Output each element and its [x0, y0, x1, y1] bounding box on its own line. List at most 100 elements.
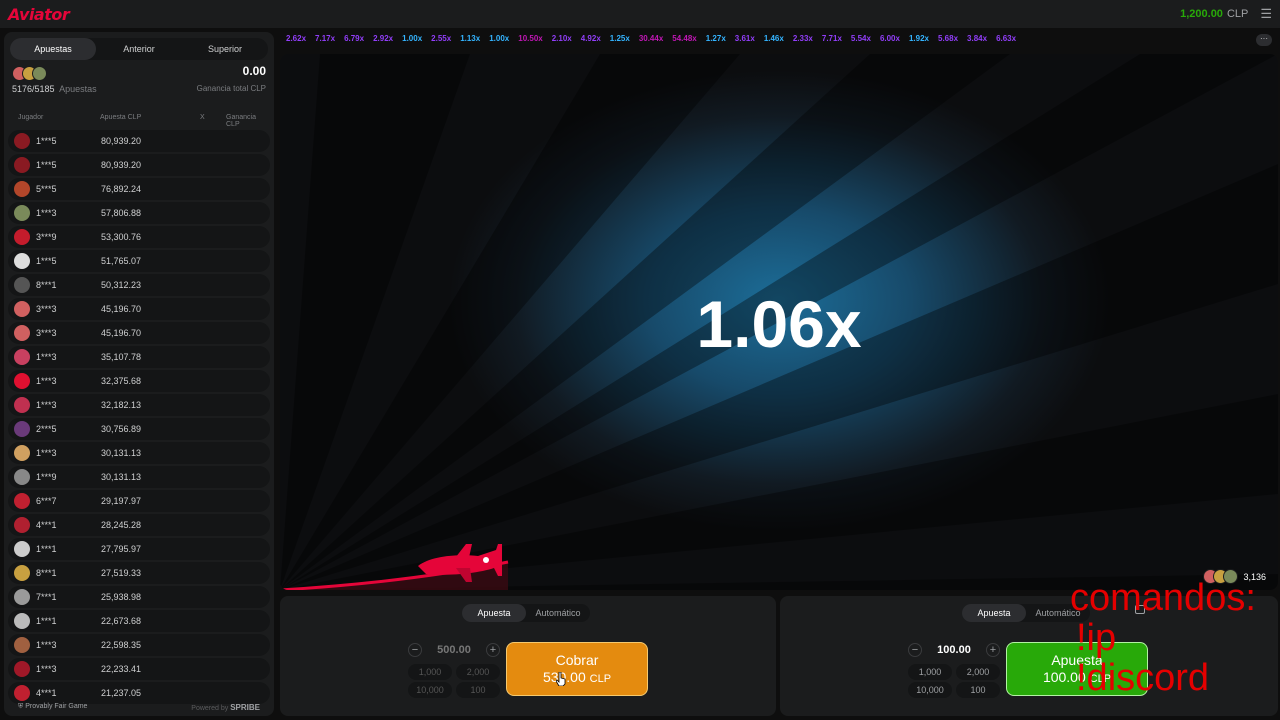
history-multiplier[interactable]: 1.46x	[764, 34, 784, 48]
history-multiplier[interactable]: 54.48x	[672, 34, 696, 48]
cashout-button[interactable]: Cobrar 530.00 CLP	[506, 642, 648, 696]
bet2-chip-10000[interactable]: 10,000	[908, 682, 952, 698]
tab-superior[interactable]: Superior	[182, 38, 268, 60]
avatar	[14, 301, 30, 317]
bet2-minus-button[interactable]: −	[908, 643, 922, 657]
bet-amount: 30,756.89	[101, 424, 142, 434]
history-multiplier[interactable]: 1.27x	[706, 34, 726, 48]
table-row: 4***1 28,245.28	[8, 514, 270, 536]
history-multiplier[interactable]: 1.00x	[489, 34, 509, 48]
panel-footer: ⛨ Provably Fair Game Powered by SPRIBE	[4, 698, 274, 716]
col-player: Jugador	[18, 114, 44, 121]
avatar	[14, 277, 30, 293]
bet2-chip-2000[interactable]: 2,000	[956, 664, 1000, 680]
avatar	[14, 373, 30, 389]
history-multiplier[interactable]: 1.25x	[610, 34, 630, 48]
player-name: 1***3	[36, 400, 57, 410]
history-multiplier[interactable]: 5.54x	[851, 34, 871, 48]
bet1-minus-button[interactable]: −	[408, 643, 422, 657]
bet1-chip-1000[interactable]: 1,000	[408, 664, 452, 680]
powered-by-label: Powered by	[191, 704, 229, 712]
history-multiplier[interactable]: 7.71x	[822, 34, 842, 48]
player-name: 1***1	[36, 616, 57, 626]
history-multiplier[interactable]: 2.10x	[552, 34, 572, 48]
provably-fair-link[interactable]: ⛨ Provably Fair Game	[18, 703, 87, 711]
history-multiplier[interactable]: 10.50x	[518, 34, 542, 48]
avatar	[14, 421, 30, 437]
history-multiplier[interactable]: 1.92x	[909, 34, 929, 48]
history-multiplier[interactable]: 1.00x	[402, 34, 422, 48]
bet-amount: 27,519.33	[101, 568, 142, 578]
aviator-logo[interactable]: Aviator	[8, 5, 70, 24]
tab-anterior[interactable]: Anterior	[96, 38, 182, 60]
avatar	[14, 157, 30, 173]
player-name: 2***5	[36, 424, 57, 434]
bet1-chip-100[interactable]: 100	[456, 682, 500, 698]
bet-amount: 25,938.98	[101, 592, 142, 602]
history-multiplier[interactable]: 1.13x	[460, 34, 480, 48]
player-name: 7***1	[36, 592, 57, 602]
table-row: 1***3 32,182.13	[8, 394, 270, 416]
cashout-label: Cobrar	[555, 652, 599, 668]
bet-amount: 51,765.07	[101, 256, 142, 266]
table-row: 1***3 22,598.35	[8, 634, 270, 656]
bet1-stake-value[interactable]: 500.00	[424, 644, 484, 656]
history-multiplier[interactable]: 6.63x	[996, 34, 1016, 48]
history-multiplier[interactable]: 6.00x	[880, 34, 900, 48]
bet2-plus-button[interactable]: +	[986, 643, 1000, 657]
bet-amount: 22,673.68	[101, 616, 142, 626]
bets-count-value: 5176/5185	[12, 84, 55, 94]
bet2-stake-value[interactable]: 100.00	[924, 644, 984, 656]
history-multiplier[interactable]: 2.55x	[431, 34, 451, 48]
balance-currency: CLP	[1226, 8, 1249, 20]
col-x: X	[200, 114, 205, 121]
avatar	[14, 541, 30, 557]
bet1-tab-apuesta[interactable]: Apuesta	[462, 604, 526, 622]
bets-count-label: Apuestas	[59, 84, 97, 94]
overlay-line-1: comandos:	[1070, 577, 1256, 619]
history-multiplier[interactable]: 5.68x	[938, 34, 958, 48]
history-multiplier[interactable]: 4.92x	[581, 34, 601, 48]
history-multiplier[interactable]: 3.84x	[967, 34, 987, 48]
bet2-tab-apuesta[interactable]: Apuesta	[962, 604, 1026, 622]
history-multiplier[interactable]: 30.44x	[639, 34, 663, 48]
history-multiplier[interactable]: 2.33x	[793, 34, 813, 48]
avatar	[14, 229, 30, 245]
overlay-line-3: !discord	[1076, 657, 1210, 699]
col-win: Ganancia CLP	[226, 114, 256, 128]
hamburger-icon[interactable]: ☰	[1260, 6, 1272, 22]
bet-amount: 45,196.70	[101, 328, 142, 338]
table-row: 1***1 22,673.68	[8, 610, 270, 632]
powered-by: Powered by SPRIBE	[191, 703, 260, 712]
avatar-stack	[12, 66, 47, 81]
current-multiplier: 1.06x	[696, 287, 862, 361]
player-name: 1***5	[36, 160, 57, 170]
bet-amount: 45,196.70	[101, 304, 142, 314]
bet1-chip-10000[interactable]: 10,000	[408, 682, 452, 698]
history-multiplier[interactable]: 2.92x	[373, 34, 393, 48]
avatar	[14, 445, 30, 461]
history-multiplier[interactable]: 3.61x	[735, 34, 755, 48]
ellipsis-icon[interactable]: ···	[1256, 34, 1272, 46]
cashout-currency: CLP	[589, 673, 612, 685]
tab-apuestas[interactable]: Apuestas	[10, 38, 96, 60]
player-name: 4***1	[36, 688, 57, 698]
player-name: 3***3	[36, 328, 57, 338]
bet1-plus-button[interactable]: +	[486, 643, 500, 657]
player-name: 1***3	[36, 448, 57, 458]
table-row: 8***1 27,519.33	[8, 562, 270, 584]
bet2-chip-1000[interactable]: 1,000	[908, 664, 952, 680]
history-multiplier[interactable]: 7.17x	[315, 34, 335, 48]
table-row: 8***1 50,312.23	[8, 274, 270, 296]
player-name: 4***1	[36, 520, 57, 530]
bet2-chip-100[interactable]: 100	[956, 682, 1000, 698]
bet1-tab-automatico[interactable]: Automático	[526, 604, 590, 622]
bet-amount: 50,312.23	[101, 280, 142, 290]
table-row: 1***3 35,107.78	[8, 346, 270, 368]
history-multiplier[interactable]: 6.79x	[344, 34, 364, 48]
player-name: 1***9	[36, 472, 57, 482]
cashout-amount-line: 530.00 CLP	[507, 669, 647, 685]
bet1-chip-2000[interactable]: 2,000	[456, 664, 500, 680]
player-name: 1***3	[36, 352, 57, 362]
history-multiplier[interactable]: 2.62x	[286, 34, 306, 48]
